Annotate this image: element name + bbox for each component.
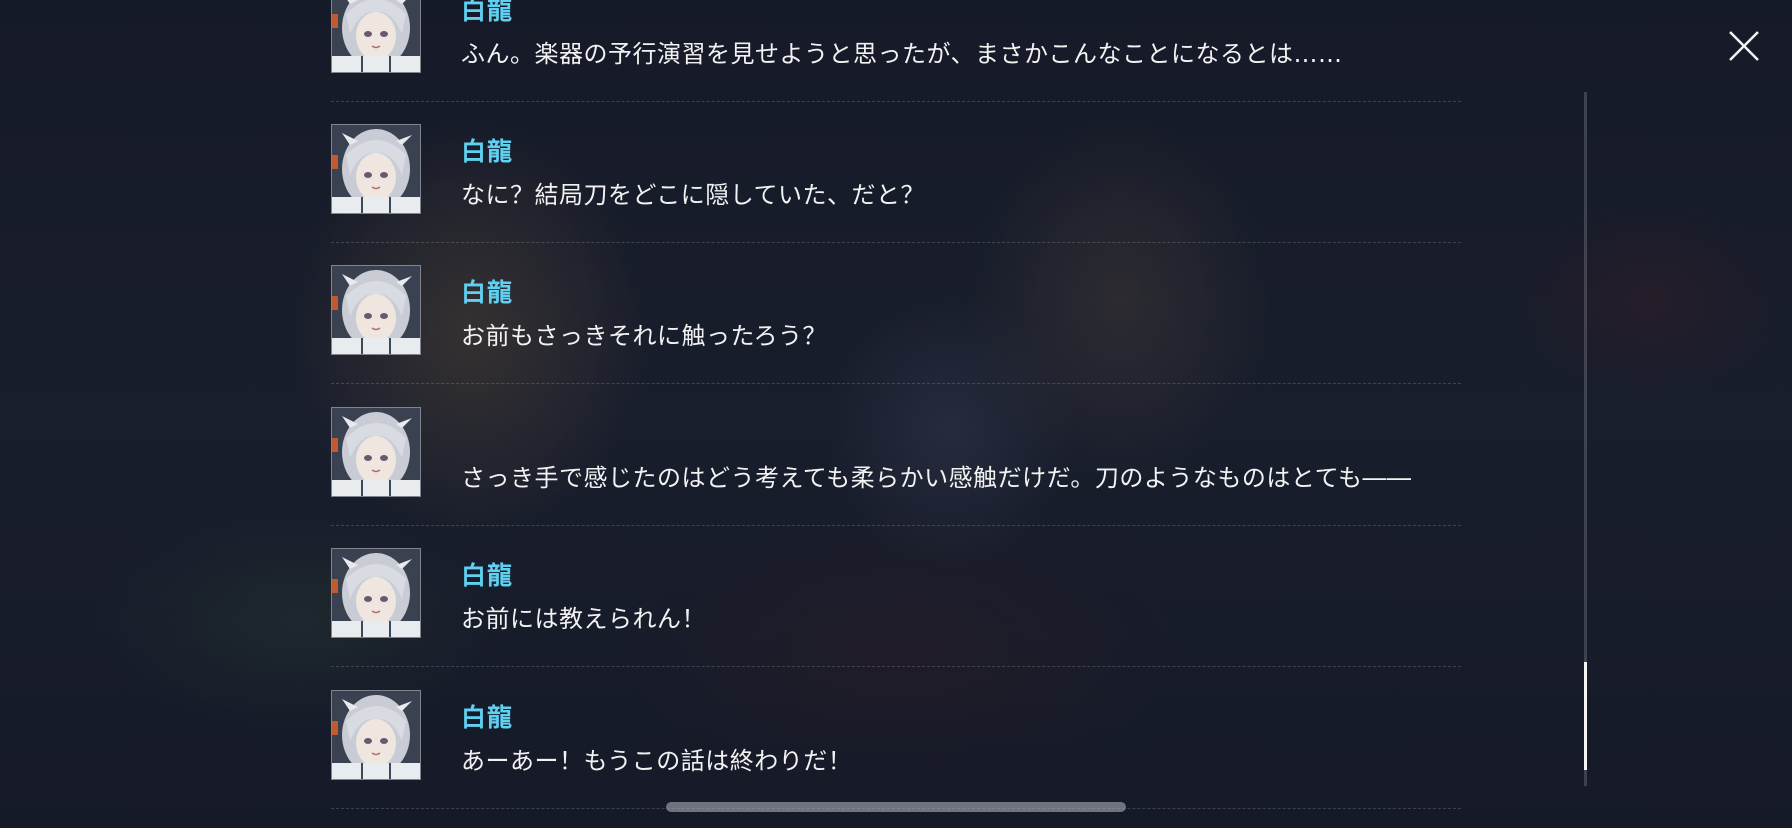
- portrait-image: [332, 0, 420, 72]
- log-entry: 白龍 ふん。楽器の予行演習を見せようと思ったが、まさかこんなことになるとは……: [331, 0, 1461, 102]
- character-portrait: [331, 265, 421, 355]
- speaker-name: 白龍: [461, 703, 514, 732]
- portrait-image: [332, 691, 420, 779]
- character-portrait: [331, 690, 421, 780]
- character-portrait: [331, 548, 421, 638]
- scrollbar-thumb[interactable]: [1584, 662, 1587, 770]
- dialog-line: あーあー！もうこの話は終わりだ！: [461, 747, 853, 775]
- speaker-name: 白龍: [461, 278, 514, 307]
- bottom-scroll-indicator[interactable]: [666, 802, 1126, 812]
- close-icon: [1729, 31, 1759, 61]
- character-portrait: [331, 124, 421, 214]
- dialog-line: ふん。楽器の予行演習を見せようと思ったが、まさかこんなことになるとは……: [461, 40, 1343, 68]
- dialog-line: さっき手で感じたのはどう考えても柔らかい感触だけだ。刀のようなものはとても――: [461, 464, 1412, 492]
- dialog-line: なに？結局刀をどこに隠していた、だと？: [461, 181, 926, 209]
- portrait-image: [332, 549, 420, 637]
- portrait-image: [332, 266, 420, 354]
- dialog-line: お前には教えられん！: [461, 605, 706, 633]
- log-entry: さっき手で感じたのはどう考えても柔らかい感触だけだ。刀のようなものはとても――: [331, 385, 1461, 526]
- log-entry: 白龍 なに？結局刀をどこに隠していた、だと？: [331, 102, 1461, 243]
- speaker-name: 白龍: [461, 561, 514, 590]
- portrait-image: [332, 408, 420, 496]
- log-entry: 白龍 お前もさっきそれに触ったろう？: [331, 243, 1461, 384]
- speaker-name: 白龍: [461, 137, 514, 166]
- character-portrait: [331, 0, 421, 73]
- portrait-image: [332, 125, 420, 213]
- log-entry: 白龍 あーあー！もうこの話は終わりだ！: [331, 668, 1461, 809]
- dialog-log[interactable]: 白龍 ふん。楽器の予行演習を見せようと思ったが、まさかこんなことになるとは…… …: [331, 0, 1461, 828]
- speaker-name: 白龍: [461, 0, 514, 25]
- character-portrait: [331, 407, 421, 497]
- dialog-line: お前もさっきそれに触ったろう？: [461, 322, 828, 350]
- log-entry: 白龍 お前には教えられん！: [331, 526, 1461, 667]
- close-button[interactable]: [1726, 28, 1762, 64]
